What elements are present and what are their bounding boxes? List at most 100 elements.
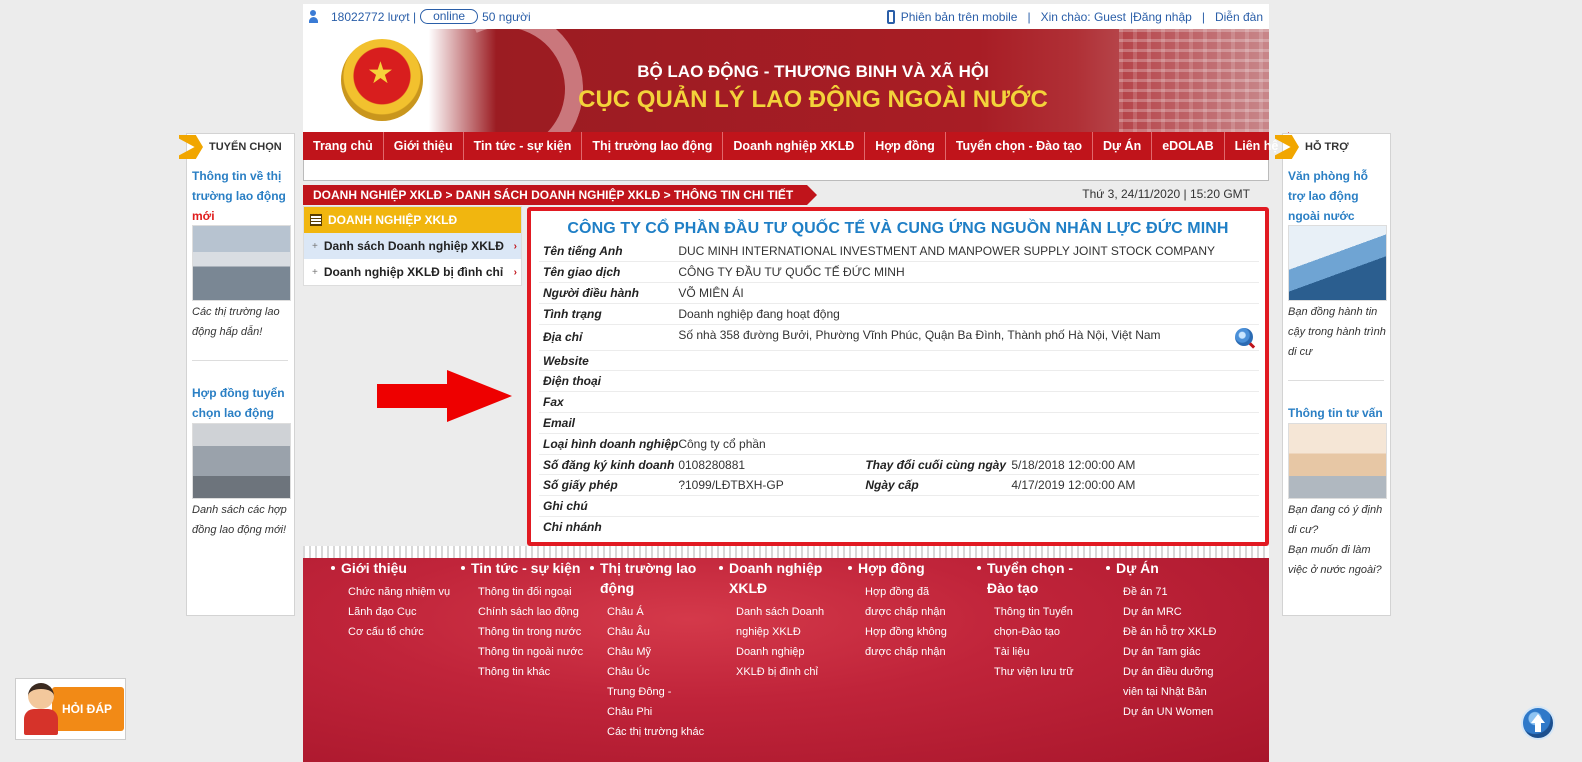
divider xyxy=(1288,380,1384,381)
sidebar-title-text: HỖ TRỢ xyxy=(1305,141,1349,153)
nav-contracts[interactable]: Hợp đồng xyxy=(865,132,946,160)
nav-news[interactable]: Tin tức - sự kiện xyxy=(464,132,583,160)
field-label: Người điều hành xyxy=(539,282,679,304)
nav-edolab[interactable]: eDOLAB xyxy=(1152,132,1225,160)
flag-icon xyxy=(179,135,203,159)
mobile-icon xyxy=(886,9,895,24)
field-label: Ghi chú xyxy=(539,495,679,518)
footer-link[interactable]: Dự án UN Women xyxy=(1106,702,1234,722)
footer-link[interactable]: Thông tin trong nước xyxy=(461,622,589,642)
footer-link[interactable]: Hợp đồng đã được chấp nhận xyxy=(848,582,958,622)
nav-projects[interactable]: Dự Án xyxy=(1093,132,1153,160)
footer-link[interactable]: Dự án điều dưỡng viên tại Nhật Bản xyxy=(1106,662,1216,702)
divider xyxy=(192,360,288,361)
footer-heading[interactable]: Hợp đồng xyxy=(848,558,978,578)
footer-column-contracts: Hợp đồng Hợp đồng đã được chấp nhận Hợp … xyxy=(848,558,978,662)
qa-button[interactable]: HỎI ĐÁP xyxy=(15,678,126,740)
field-label: Địa chỉ xyxy=(539,324,679,351)
note-value xyxy=(678,495,1259,518)
footer-link[interactable]: Chính sách lao động xyxy=(461,602,589,622)
table-row: Số giấy phép ?1099/LĐTBXH-GP Ngày cấp 4/… xyxy=(539,474,1259,497)
table-row: Địa chỉ Số nhà 358 đường Bưởi, Phường Vĩ… xyxy=(539,324,1259,351)
scroll-to-top-icon[interactable] xyxy=(1521,706,1555,740)
consulting-link[interactable]: Thông tin tư vấn xyxy=(1288,403,1388,423)
footer-link[interactable]: Thông tin đối ngoại xyxy=(461,582,589,602)
footer-link[interactable]: Dự án MRC xyxy=(1106,602,1234,622)
current-datetime: Thứ 3, 24/11/2020 | 15:20 GMT xyxy=(1082,187,1250,201)
mobile-version-link[interactable]: Phiên bản trên mobile xyxy=(901,10,1018,24)
footer-link[interactable]: Châu Úc xyxy=(590,662,718,682)
nav-recruitment[interactable]: Tuyển chọn - Đào tạo xyxy=(946,132,1093,160)
type-value: Công ty cổ phần xyxy=(678,433,1259,455)
menu-item-label: Doanh nghiệp XKLĐ bị đình chỉ xyxy=(323,265,504,279)
list-icon xyxy=(310,214,322,226)
table-row: Tình trạng Doanh nghiệp đang hoạt động xyxy=(539,303,1259,325)
footer-link[interactable]: Các thị trường khác xyxy=(590,722,718,742)
main-nav: Trang chủ Giới thiệu Tin tức - sự kiện T… xyxy=(303,132,1290,160)
company-detail-panel: CÔNG TY CỔ PHẦN ĐẦU TƯ QUỐC TẾ VÀ CUNG Ứ… xyxy=(527,207,1269,546)
footer-link[interactable]: Thông tin Tuyển chọn-Đào tạo xyxy=(977,602,1077,642)
footer-link[interactable]: Đề án 71 xyxy=(1106,582,1234,602)
forum-link[interactable]: Diễn đàn xyxy=(1215,10,1263,24)
nav-labor-market[interactable]: Thị trường lao động xyxy=(582,132,724,160)
footer-heading[interactable]: Thị trường lao động xyxy=(590,558,720,598)
new-label: mới xyxy=(192,209,215,223)
footer-link[interactable]: Châu Á xyxy=(590,602,718,622)
visit-counter: 18022772 lượt | xyxy=(331,9,417,24)
footer-link[interactable]: Danh sách Doanh nghiệp XKLĐ xyxy=(719,602,834,642)
footer-column-news: Tin tức - sự kiện Thông tin đối ngoại Ch… xyxy=(461,558,591,682)
nav-home[interactable]: Trang chủ xyxy=(303,132,384,160)
footer-heading[interactable]: Giới thiệu xyxy=(331,558,461,578)
footer-link[interactable]: Cơ cấu tổ chức xyxy=(331,622,459,642)
users-icon xyxy=(309,9,325,24)
footer-link[interactable]: Doanh nghiệp XKLĐ bị đình chỉ xyxy=(719,642,834,682)
footer-link[interactable]: Trung Đông - Châu Phi xyxy=(590,682,700,722)
footer-link[interactable]: Thư viện lưu trữ xyxy=(977,662,1105,682)
red-arrow-icon xyxy=(377,370,512,422)
footer-link[interactable]: Thông tin khác xyxy=(461,662,589,682)
labor-market-link[interactable]: Thông tin về thị trường lao động mới xyxy=(192,166,292,226)
right-sidebar: HỖ TRỢ Văn phòng hỗ trợ lao động ngoài n… xyxy=(1275,133,1391,616)
call-center-image[interactable] xyxy=(1288,225,1387,301)
footer-heading[interactable]: Dự Án xyxy=(1106,558,1236,578)
support-office-link[interactable]: Văn phòng hỗ trợ lao động ngoài nước xyxy=(1288,166,1388,226)
top-bar-links: Phiên bản trên mobile | Xin chào: Guest … xyxy=(886,9,1263,24)
training-image[interactable] xyxy=(192,423,291,499)
support-image[interactable] xyxy=(1288,423,1387,499)
menu-item-suspended-enterprises[interactable]: + Doanh nghiệp XKLĐ bị đình chỉ › xyxy=(304,259,521,285)
footer-link[interactable]: Dự án Tam giác xyxy=(1106,642,1234,662)
map-search-icon[interactable] xyxy=(1235,328,1253,347)
sidebar-caption: Các thị trường lao động hấp dẫn! xyxy=(192,306,280,338)
menu-item-enterprise-list[interactable]: + Danh sách Doanh nghiệp XKLĐ › xyxy=(304,233,521,259)
nav-about[interactable]: Giới thiệu xyxy=(384,132,464,160)
footer-link[interactable]: Chức năng nhiệm vụ xyxy=(331,582,459,602)
nav-enterprises[interactable]: Doanh nghiệp XKLĐ xyxy=(723,132,866,160)
footer-link[interactable]: Lãnh đạo Cục xyxy=(331,602,459,622)
footer-link[interactable]: Châu Mỹ xyxy=(590,642,718,662)
issue-date-value: 4/17/2019 12:00:00 AM xyxy=(1011,474,1259,497)
breadcrumb[interactable]: DOANH NGHIỆP XKLĐ > DANH SÁCH DOANH NGHI… xyxy=(303,185,818,205)
table-row: Email xyxy=(539,412,1259,434)
email-value xyxy=(678,412,1259,434)
department-name: CỤC QUẢN LÝ LAO ĐỘNG NGOÀI NƯỚC xyxy=(578,86,1048,113)
footer-link[interactable]: Tài liệu xyxy=(977,642,1105,662)
footer-heading[interactable]: Tin tức - sự kiện xyxy=(461,558,591,578)
national-emblem-icon[interactable]: ★ xyxy=(341,39,423,121)
login-link[interactable]: |Đăng nhập xyxy=(1130,10,1192,24)
field-label: Số đăng ký kinh doanh xyxy=(539,454,679,476)
footer-column-labor-market: Thị trường lao động Châu Á Châu Âu Châu … xyxy=(590,558,720,742)
footer-link[interactable]: Thông tin ngoài nước xyxy=(461,642,589,662)
footer-link[interactable]: Châu Âu xyxy=(590,622,718,642)
footer-column-projects: Dự Án Đề án 71 Dự án MRC Đề án hỗ trợ XK… xyxy=(1106,558,1236,722)
footer: Giới thiệu Chức năng nhiệm vụ Lãnh đạo C… xyxy=(303,558,1269,762)
sidebar-caption: Bạn đang có ý định di cư? xyxy=(1288,504,1383,536)
table-row: Fax xyxy=(539,391,1259,414)
footer-heading[interactable]: Doanh nghiệp XKLĐ xyxy=(719,558,829,598)
contracts-link[interactable]: Hợp đồng tuyển chọn lao động xyxy=(192,383,292,423)
footer-link[interactable]: Đề án hỗ trợ XKLĐ xyxy=(1106,622,1234,642)
workers-image[interactable] xyxy=(192,225,291,301)
footer-heading[interactable]: Tuyển chọn - Đào tạo xyxy=(977,558,1087,598)
field-label: Website xyxy=(539,350,679,372)
table-row: Tên giao dịch CÔNG TY ĐẦU TƯ QUỐC TẾ ĐỨC… xyxy=(539,261,1259,284)
footer-link[interactable]: Hợp đồng không được chấp nhận xyxy=(848,622,958,662)
